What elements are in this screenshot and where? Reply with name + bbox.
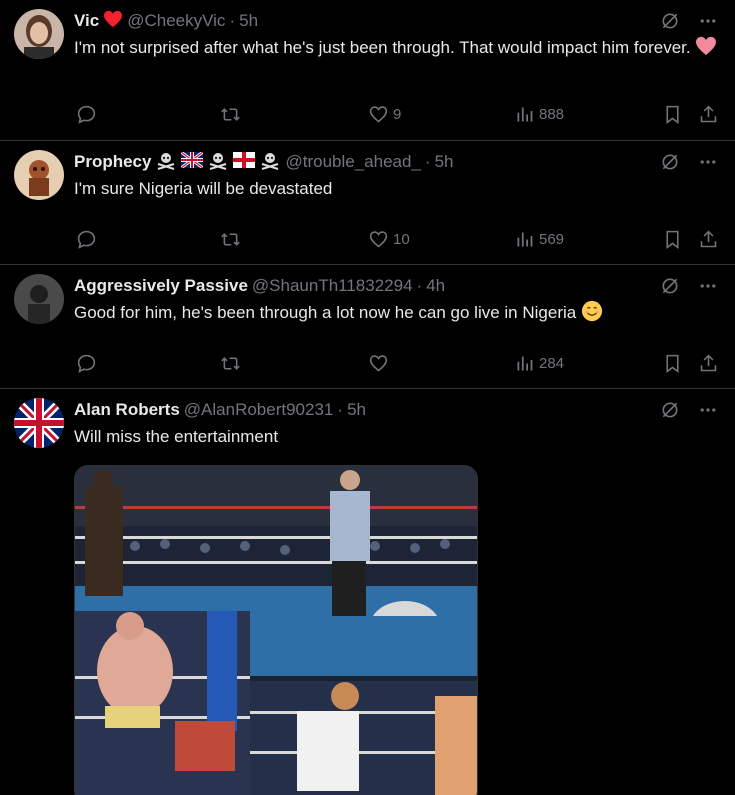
display-name[interactable]: Vic [74, 11, 99, 31]
share-button[interactable] [698, 353, 719, 374]
tweet[interactable]: Aggressively Passive @ShaunTh11832294 · … [0, 265, 735, 389]
reply-feed: Vic @CheekyVic · 5h I'm not surprised af… [0, 0, 735, 795]
grok-icon[interactable] [659, 10, 681, 32]
tweet-top-actions [659, 151, 719, 173]
timestamp[interactable]: 5h [347, 400, 366, 420]
display-name[interactable]: Prophecy [74, 152, 151, 172]
skull-crossbones-icon [155, 150, 177, 175]
tweet-header: Prophecy @trouble_ahead_ · 5h [74, 150, 719, 175]
grok-icon[interactable] [659, 275, 681, 297]
timestamp[interactable]: 4h [426, 276, 445, 296]
tweet-top-actions [659, 275, 719, 297]
tweet-top-actions [659, 399, 719, 421]
tweet-top-actions [659, 10, 719, 32]
views-button[interactable]: 888 [514, 104, 564, 125]
more-icon[interactable] [697, 275, 719, 297]
reply-icon [77, 105, 96, 124]
views-button[interactable]: 569 [514, 229, 564, 250]
tweet-actions: 284 [74, 337, 735, 389]
bookmark-button[interactable] [662, 229, 683, 250]
uk-flag-icon [180, 150, 205, 173]
retweet-button[interactable] [220, 104, 241, 125]
avatar[interactable] [14, 274, 64, 324]
tweet-header: Alan Roberts @AlanRobert90231 · 5h [74, 399, 719, 421]
tweet-text: I'm not surprised after what he's just b… [74, 35, 719, 60]
smiling-face-emoji-icon [581, 300, 603, 322]
grok-icon[interactable] [659, 399, 681, 421]
england-flag-icon [233, 151, 256, 173]
bookmark-button[interactable] [662, 104, 683, 125]
pink-heart-emoji-icon [695, 36, 717, 57]
avatar[interactable] [14, 9, 64, 59]
share-button[interactable] [698, 229, 719, 250]
heart-emoji-icon [103, 10, 123, 33]
tweet[interactable]: Prophecy @trouble_ahead_ · 5h I'm sure N… [0, 141, 735, 265]
view-count: 888 [539, 105, 565, 123]
bookmark-button[interactable] [662, 353, 683, 374]
grok-icon[interactable] [659, 151, 681, 173]
user-handle[interactable]: @AlanRobert90231 [184, 400, 334, 420]
tweet[interactable]: Vic @CheekyVic · 5h I'm not surprised af… [0, 0, 735, 141]
display-name[interactable]: Aggressively Passive [74, 276, 248, 296]
user-handle[interactable]: @CheekyVic [127, 11, 225, 31]
separator-dot: · [337, 400, 344, 419]
retweet-button[interactable] [220, 229, 241, 250]
like-button[interactable]: 10 [368, 229, 410, 250]
like-count: 9 [393, 105, 402, 123]
tweet-actions: 10 569 [74, 213, 735, 265]
view-count: 284 [539, 354, 565, 372]
skull-crossbones-icon [259, 150, 281, 175]
separator-dot: · [424, 152, 431, 171]
timestamp[interactable]: 5h [435, 152, 454, 172]
tweet-media-image[interactable] [74, 465, 478, 795]
tweet-header: Vic @CheekyVic · 5h [74, 10, 719, 32]
like-count: 10 [393, 230, 410, 248]
user-handle[interactable]: @trouble_ahead_ [285, 152, 420, 172]
user-handle[interactable]: @ShaunTh11832294 [252, 276, 413, 296]
tweet-actions: 9 888 [74, 88, 735, 140]
tweet-body: I'm not surprised after what he's just b… [74, 38, 691, 57]
view-count: 569 [539, 230, 565, 248]
tweet-text: I'm sure Nigeria will be devastated [74, 179, 333, 198]
share-button[interactable] [698, 104, 719, 125]
more-icon[interactable] [697, 399, 719, 421]
tweet[interactable]: Alan Roberts @AlanRobert90231 · 5h Will … [0, 389, 735, 795]
avatar[interactable] [14, 398, 64, 448]
more-icon[interactable] [697, 10, 719, 32]
views-button[interactable]: 284 [514, 353, 564, 374]
tweet-text: Good for him, he's been through a lot no… [74, 300, 719, 325]
timestamp[interactable]: 5h [239, 11, 258, 31]
reply-button[interactable] [76, 104, 97, 125]
reply-button[interactable] [76, 353, 97, 374]
tweet-body: Good for him, he's been through a lot no… [74, 303, 577, 322]
tweet-text: Will miss the entertainment [74, 427, 279, 446]
tweet-header: Aggressively Passive @ShaunTh11832294 · … [74, 275, 719, 297]
skull-crossbones-icon [207, 150, 229, 175]
more-icon[interactable] [697, 151, 719, 173]
retweet-button[interactable] [220, 353, 241, 374]
avatar[interactable] [14, 150, 64, 200]
reply-button[interactable] [76, 229, 97, 250]
display-name[interactable]: Alan Roberts [74, 400, 180, 420]
like-button[interactable]: 9 [368, 104, 401, 125]
separator-dot: · [416, 276, 423, 295]
separator-dot: · [229, 11, 236, 30]
like-button[interactable] [368, 353, 389, 374]
